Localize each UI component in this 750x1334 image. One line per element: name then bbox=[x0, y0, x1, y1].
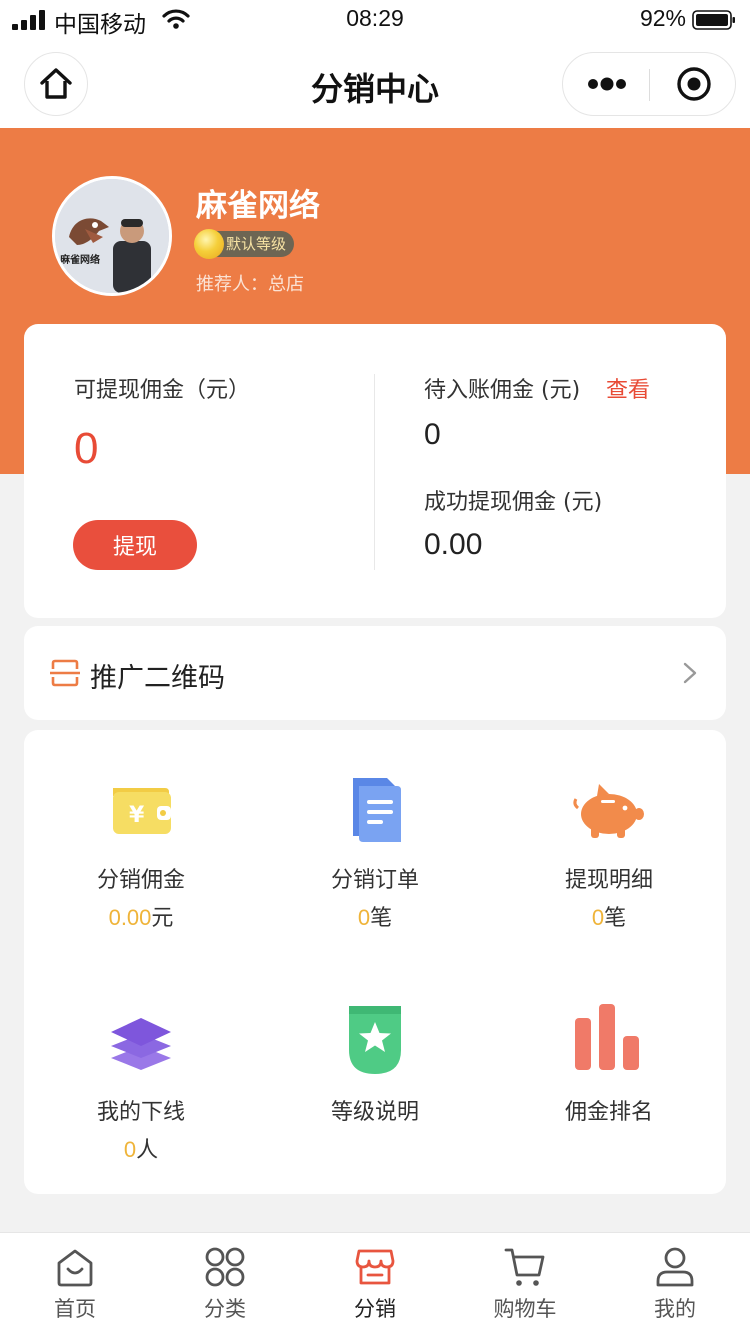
home-button[interactable] bbox=[24, 52, 88, 116]
grid-title: 佣金排名 bbox=[564, 1100, 653, 1125]
grid-item-commission[interactable]: ¥ 分销佣金 0.00元 bbox=[24, 770, 258, 932]
mini-program-capsule bbox=[562, 52, 736, 116]
target-close-icon bbox=[677, 67, 711, 101]
svg-text:¥: ¥ bbox=[129, 803, 145, 828]
avatar-logo-text: 麻雀网络 bbox=[59, 253, 100, 266]
referrer-info: 推荐人：总店 bbox=[196, 274, 304, 295]
tab-category[interactable]: 分类 bbox=[150, 1233, 300, 1334]
avatar-image: 麻雀网络 bbox=[55, 179, 169, 293]
user-name: 麻雀网络 bbox=[196, 188, 320, 224]
home-icon bbox=[40, 68, 72, 99]
grid-item-downline[interactable]: 我的下线 0人 bbox=[24, 1002, 258, 1164]
tab-label: 分类 bbox=[204, 1297, 246, 1321]
grid-title: 提现明细 bbox=[564, 868, 653, 893]
grid-title: 分销订单 bbox=[330, 868, 419, 893]
vertical-divider bbox=[374, 374, 375, 570]
promo-qr-row[interactable]: 推广二维码 bbox=[24, 626, 726, 720]
grid-title: 等级说明 bbox=[330, 1100, 419, 1125]
withdraw-button[interactable]: 提现 bbox=[73, 520, 197, 570]
grid-item-orders[interactable]: 分销订单 0笔 bbox=[258, 770, 492, 932]
withdrawable-label: 可提现佣金（元） bbox=[74, 378, 251, 403]
tab-home[interactable]: 首页 bbox=[0, 1233, 150, 1334]
success-value: 0.00 bbox=[424, 528, 483, 561]
pending-label: 待入账佣金 (元) bbox=[424, 378, 581, 403]
pending-value: 0 bbox=[424, 418, 441, 451]
clock: 08:29 bbox=[346, 5, 404, 31]
feature-grid: ¥ 分销佣金 0.00元 分销订单 0笔 提现明细 0笔 我的下线 0人 等级说… bbox=[24, 730, 726, 1194]
capsule-divider bbox=[649, 69, 650, 101]
battery-percentage: 92% bbox=[639, 5, 686, 31]
tab-label: 购物车 bbox=[493, 1297, 557, 1321]
grid-title: 分销佣金 bbox=[96, 868, 185, 893]
medal-icon bbox=[194, 229, 224, 259]
badge-star-icon bbox=[349, 1006, 401, 1074]
success-label: 成功提现佣金 (元) bbox=[424, 490, 603, 515]
navigation-bar: 分销中心 bbox=[0, 40, 750, 128]
tab-distribution[interactable]: 分销 bbox=[300, 1233, 450, 1334]
piggy-bank-icon bbox=[573, 784, 644, 838]
grid-item-withdraw-details[interactable]: 提现明细 0笔 bbox=[492, 770, 726, 932]
level-badge: 默认等级 bbox=[194, 229, 295, 259]
cart-icon bbox=[504, 1248, 545, 1286]
withdrawable-value: 0 bbox=[74, 424, 99, 473]
view-pending-link[interactable]: 查看 bbox=[606, 372, 650, 404]
grid-item-level-info[interactable]: 等级说明 bbox=[258, 1002, 492, 1126]
close-button[interactable] bbox=[651, 53, 737, 115]
tab-cart[interactable]: 购物车 bbox=[450, 1233, 600, 1334]
bar-chart-icon bbox=[575, 1004, 639, 1070]
status-bar: 中国移动 08:29 92% bbox=[0, 0, 750, 40]
level-label: 默认等级 bbox=[226, 235, 287, 253]
battery-icon bbox=[692, 10, 735, 30]
qr-scan-icon bbox=[50, 659, 80, 687]
tab-profile[interactable]: 我的 bbox=[600, 1233, 750, 1334]
grid-subtitle: 0.00元 bbox=[108, 905, 174, 931]
wallet-icon: ¥ bbox=[113, 788, 171, 834]
qr-label: 推广二维码 bbox=[90, 663, 225, 694]
grid-title: 我的下线 bbox=[96, 1100, 185, 1125]
commission-card: 可提现佣金（元） 0 提现 待入账佣金 (元) 查看 0 成功提现佣金 (元) … bbox=[24, 324, 726, 618]
grid-item-ranking[interactable]: 佣金排名 bbox=[492, 1002, 726, 1126]
more-button[interactable] bbox=[563, 53, 650, 115]
chevron-right-icon bbox=[683, 662, 697, 684]
grid-subtitle: 0笔 bbox=[591, 905, 627, 931]
layers-icon bbox=[111, 1018, 171, 1070]
category-icon bbox=[205, 1247, 245, 1287]
tab-label: 我的 bbox=[654, 1297, 696, 1321]
grid-subtitle: 0笔 bbox=[357, 905, 393, 931]
store-icon bbox=[355, 1249, 395, 1285]
tab-label: 分销 bbox=[354, 1297, 396, 1321]
bottom-tab-bar: 首页 分类 分销 购物车 我的 bbox=[0, 1232, 750, 1334]
more-dots-icon bbox=[587, 77, 626, 91]
document-icon bbox=[353, 778, 401, 842]
grid-subtitle: 0人 bbox=[123, 1137, 159, 1163]
home-tab-icon bbox=[57, 1249, 93, 1287]
avatar[interactable]: 麻雀网络 bbox=[52, 176, 172, 296]
user-icon bbox=[656, 1247, 694, 1287]
tab-label: 首页 bbox=[54, 1297, 96, 1321]
